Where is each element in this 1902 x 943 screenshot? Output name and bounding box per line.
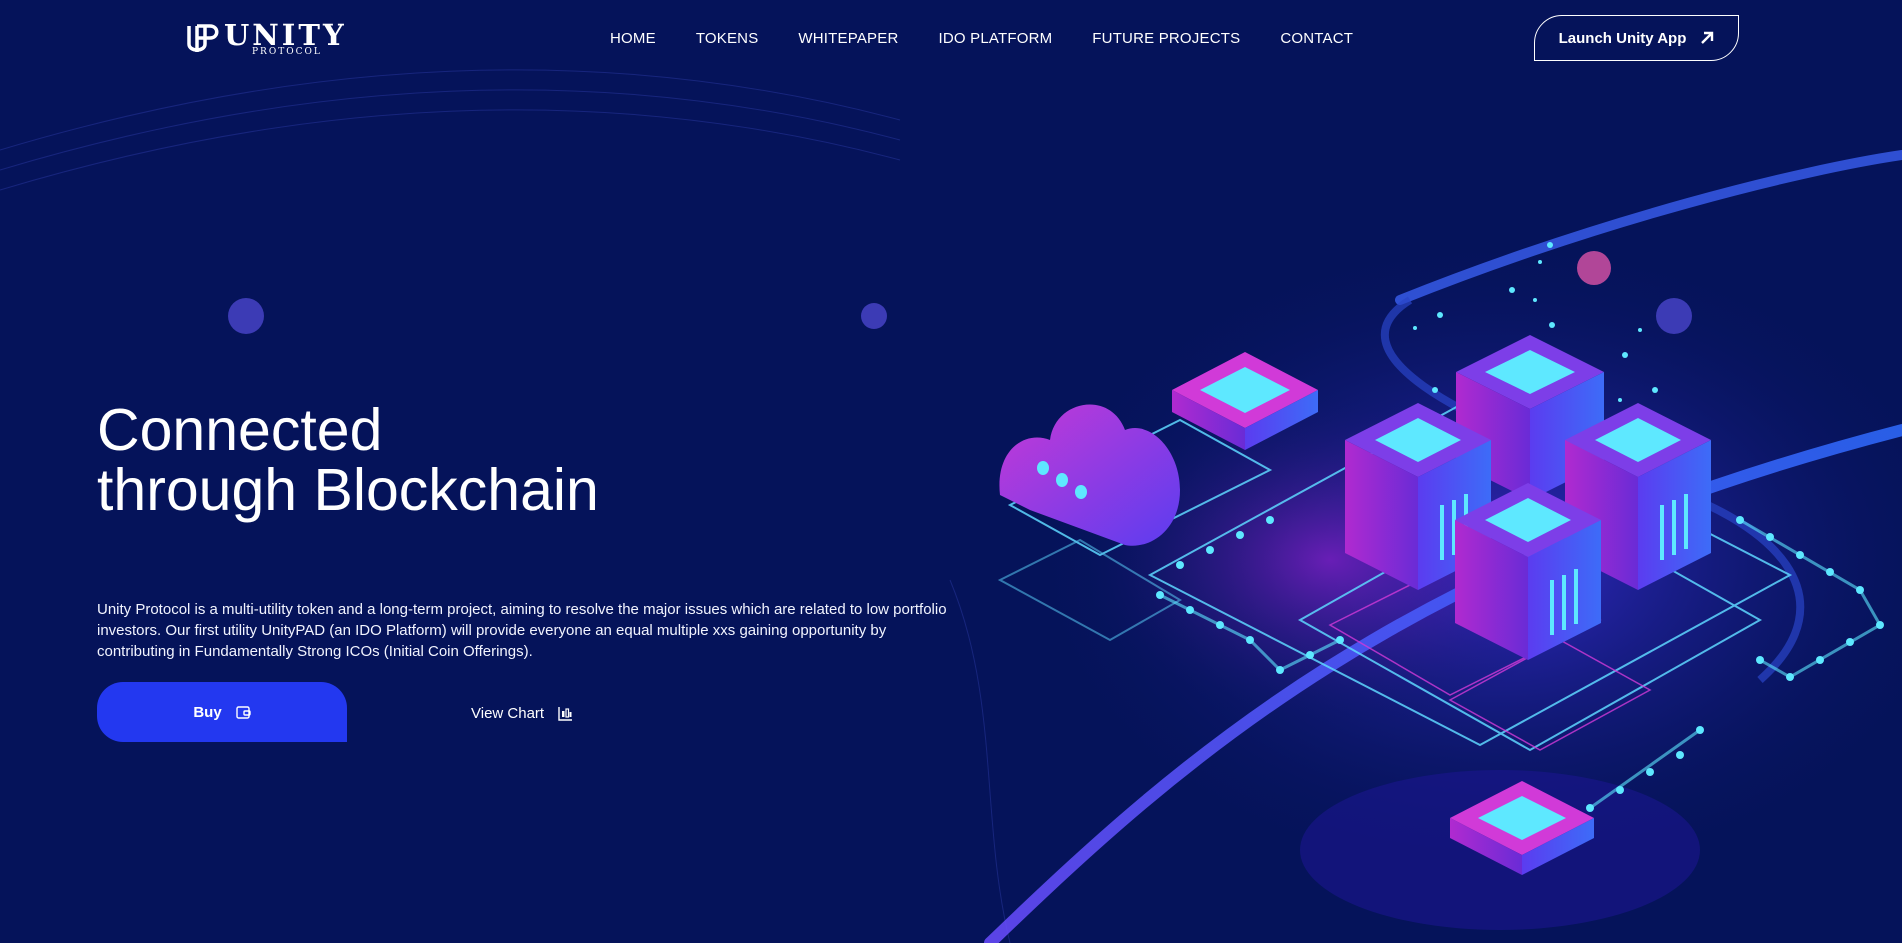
hero-title-line2: through Blockchain [97,457,599,523]
hero-title-line1: Connected [97,397,383,463]
launch-app-label: Launch Unity App [1558,29,1687,47]
nav-item-ido-platform[interactable]: IDO PLATFORM [939,30,1053,47]
hero-description: Unity Protocol is a multi-utility token … [97,601,947,660]
candlestick-chart-icon [558,706,573,721]
wallet-icon [235,706,251,719]
buy-label: Buy [193,703,222,721]
nav-item-home[interactable]: HOME [610,30,656,47]
buy-button[interactable]: Buy [97,682,347,742]
brand-logo[interactable]: UNITY PROTOCOL [186,20,344,58]
launch-app-button[interactable]: Launch Unity App [1534,15,1739,61]
arrow-up-right-icon [1701,31,1714,44]
main-nav: HOME TOKENS WHITEPAPER IDO PLATFORM FUTU… [610,30,1393,47]
nav-item-contact[interactable]: CONTACT [1280,30,1353,47]
nav-item-future-projects[interactable]: FUTURE PROJECTS [1092,30,1240,47]
nav-item-tokens[interactable]: TOKENS [696,30,759,47]
brand-subtitle: PROTOCOL [252,47,322,57]
nav-item-whitepaper[interactable]: WHITEPAPER [798,30,898,47]
view-chart-link[interactable]: View Chart [471,700,573,726]
unity-logo-icon [187,24,219,52]
hero-title: Connected through Blockchain [97,400,599,520]
view-chart-label: View Chart [471,704,545,722]
brand-name: UNITY [224,18,347,52]
